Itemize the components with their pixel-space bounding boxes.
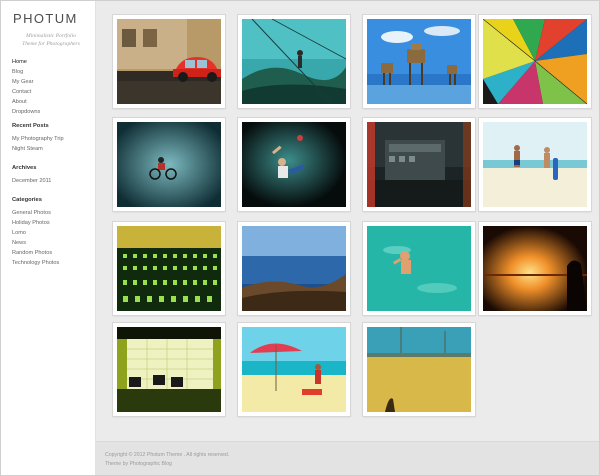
machine-photo-icon: [367, 122, 471, 207]
archives-list: December 2011: [12, 176, 51, 186]
category-link[interactable]: Lomo: [12, 228, 59, 238]
recent-posts-list: My Photography Trip Night Steam: [12, 134, 64, 154]
beach-couple-photo-icon: [483, 122, 587, 207]
tiled-wall-photo-icon: [117, 327, 221, 412]
tagline-line-2: Theme for Photographers: [22, 41, 80, 47]
nav-item-home[interactable]: Home: [12, 57, 40, 67]
archives-heading: Archives: [12, 165, 37, 171]
category-link[interactable]: General Photos: [12, 208, 59, 218]
rock-climber-photo-icon: [242, 19, 346, 104]
archive-link[interactable]: December 2011: [12, 176, 51, 186]
gallery: [96, 1, 599, 441]
gallery-thumb[interactable]: [479, 222, 591, 315]
tagline-line-1: Minimalistic Portfolio: [26, 33, 76, 39]
categories-list: General Photos Holiday Photos Lomo News …: [12, 208, 59, 268]
main-nav: Home Blog My Gear Contact About Dropdown…: [12, 57, 40, 117]
gallery-thumb[interactable]: [363, 222, 475, 315]
gallery-thumb[interactable]: [479, 118, 591, 211]
coastline-photo-icon: [242, 226, 346, 311]
footer-credit[interactable]: Theme by Photographic Blog: [105, 461, 172, 467]
gallery-thumb[interactable]: [113, 222, 225, 315]
site-logo[interactable]: PHOTUM: [13, 11, 78, 26]
swimmer-photo-icon: [367, 226, 471, 311]
sea-forts-photo-icon: [367, 19, 471, 104]
nav-item-blog[interactable]: Blog: [12, 67, 40, 77]
footer-copyright: Copyright © 2012 Photum Theme . All righ…: [105, 452, 230, 458]
recent-post-link[interactable]: My Photography Trip: [12, 134, 64, 144]
gallery-thumb[interactable]: [238, 15, 350, 108]
beach-umbrella-photo-icon: [242, 327, 346, 412]
category-link[interactable]: Holiday Photos: [12, 218, 59, 228]
gallery-thumb[interactable]: [238, 118, 350, 211]
footer: Copyright © 2012 Photum Theme . All righ…: [96, 441, 599, 475]
nav-item-my-gear[interactable]: My Gear: [12, 77, 40, 87]
red-car-photo-icon: [117, 19, 221, 104]
category-link[interactable]: Technology Photos: [12, 258, 59, 268]
tricycle-photo-icon: [117, 122, 221, 207]
nav-item-dropdowns[interactable]: Dropdowns: [12, 107, 40, 117]
jumping-man-photo-icon: [242, 122, 346, 207]
gallery-thumb[interactable]: [363, 118, 475, 211]
gallery-thumb[interactable]: [363, 323, 475, 416]
recent-posts-heading: Recent Posts: [12, 123, 49, 129]
gallery-thumb[interactable]: [113, 15, 225, 108]
yellow-field-photo-icon: [367, 327, 471, 412]
gallery-thumb[interactable]: [479, 15, 591, 108]
sidebar: PHOTUM Minimalistic Portfolio Theme for …: [1, 1, 96, 475]
category-link[interactable]: News: [12, 238, 59, 248]
nav-item-contact[interactable]: Contact: [12, 87, 40, 97]
site-tagline: Minimalistic Portfolio Theme for Photogr…: [13, 32, 89, 48]
category-link[interactable]: Random Photos: [12, 248, 59, 258]
gallery-thumb[interactable]: [363, 15, 475, 108]
sunset-photo-icon: [483, 226, 587, 311]
gallery-thumb[interactable]: [113, 118, 225, 211]
categories-heading: Categories: [12, 197, 42, 203]
gallery-thumb[interactable]: [113, 323, 225, 416]
page-frame: PHOTUM Minimalistic Portfolio Theme for …: [0, 0, 600, 476]
recent-post-link[interactable]: Night Steam: [12, 144, 64, 154]
gallery-thumb[interactable]: [238, 222, 350, 315]
nav-item-about[interactable]: About: [12, 97, 40, 107]
umbrella-photo-icon: [483, 19, 587, 104]
mixing-desk-photo-icon: [117, 226, 221, 311]
gallery-thumb[interactable]: [238, 323, 350, 416]
